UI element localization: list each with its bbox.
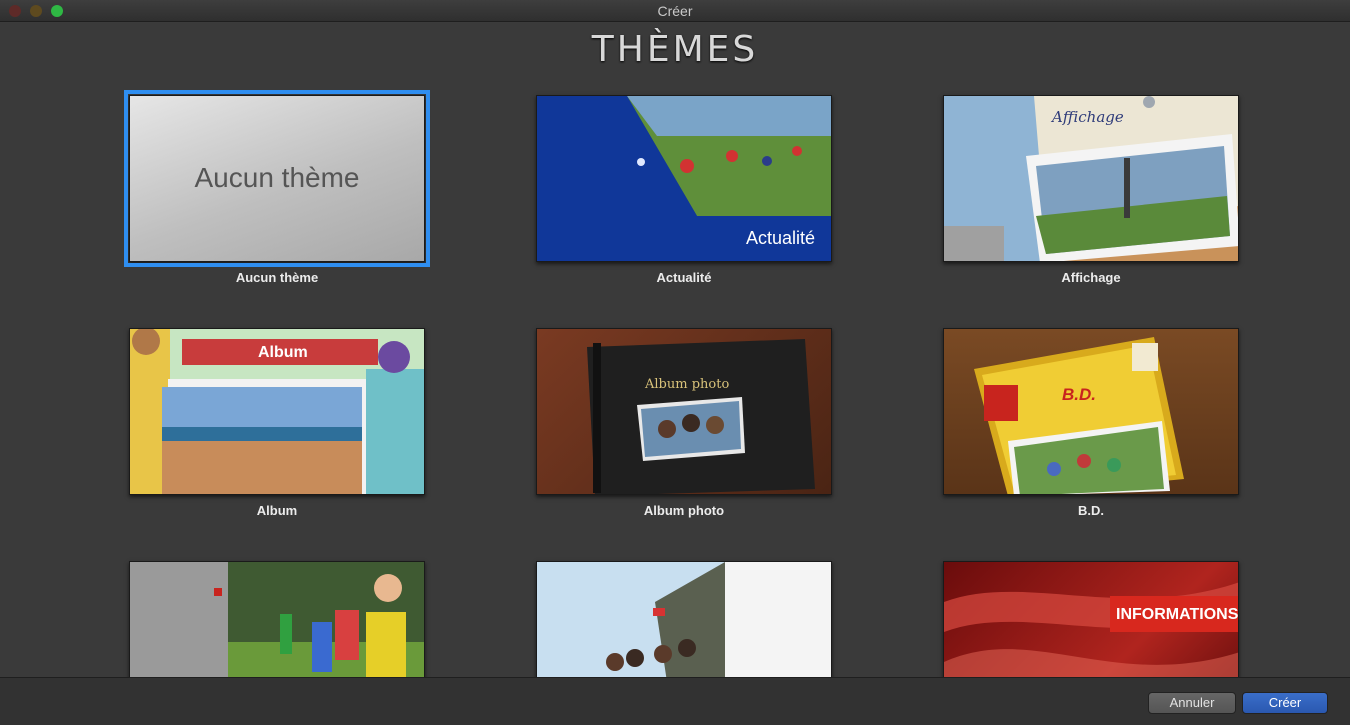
theme-informations[interactable]: INFORMATIONS xyxy=(943,561,1239,677)
thumbnail-caption: Affichage xyxy=(1052,108,1124,126)
thumbnail-caption: Actualité xyxy=(745,228,815,248)
thumbnail-caption: Album xyxy=(258,344,308,361)
theme-thumbnail[interactable]: Album xyxy=(129,328,425,495)
album-photo-artwork xyxy=(587,339,815,494)
theme-thumbnail[interactable]: Aucun thème xyxy=(124,90,430,267)
create-window: Créer THÈMES Aucun thème Aucun thème Act… xyxy=(0,0,1350,725)
thumbnail-caption: Album photo xyxy=(645,377,730,392)
theme-thumbnail[interactable]: Actualité xyxy=(536,95,832,262)
theme-thumbnail[interactable]: B.D. xyxy=(943,328,1239,495)
globe-artwork xyxy=(130,562,424,677)
theme-label: Aucun thème xyxy=(235,270,319,285)
bottom-toolbar: Annuler Créer xyxy=(0,677,1350,725)
theme-row3-left[interactable] xyxy=(129,561,425,677)
theme-album-photo[interactable]: Album photo Album photo xyxy=(536,328,832,518)
theme-bd[interactable]: B.D. B.D. xyxy=(943,328,1239,518)
theme-row3-middle[interactable] xyxy=(536,561,832,677)
themes-browser: THÈMES Aucun thème Aucun thème Actualité… xyxy=(0,23,1350,677)
theme-label: Affichage xyxy=(1061,270,1121,285)
theme-album[interactable]: Album Album xyxy=(129,328,425,518)
theme-thumbnail[interactable]: Album photo xyxy=(536,328,832,495)
bd-artwork xyxy=(974,337,1184,494)
theme-thumbnail[interactable]: Affichage xyxy=(943,95,1239,262)
theme-aucun-theme[interactable]: Aucun thème Aucun thème xyxy=(124,90,430,285)
theme-label: B.D. xyxy=(1078,503,1104,518)
theme-label: Album photo xyxy=(643,503,725,518)
cancel-button[interactable]: Annuler xyxy=(1148,692,1236,714)
window-title: Créer xyxy=(657,3,693,19)
theme-thumbnail[interactable] xyxy=(129,561,425,677)
page-title: THÈMES xyxy=(591,29,759,70)
create-button[interactable]: Créer xyxy=(1242,692,1328,714)
boat-artwork xyxy=(537,562,831,677)
title-bar: Créer xyxy=(0,0,1350,22)
theme-thumbnail[interactable]: INFORMATIONS xyxy=(943,561,1239,677)
theme-actualite[interactable]: Actualité Actualité xyxy=(536,95,832,285)
thumbnail-caption: Aucun thème xyxy=(194,162,360,193)
thumbnail-caption: INFORMATIONS xyxy=(1116,606,1239,623)
theme-affichage[interactable]: Affichage Affichage xyxy=(943,95,1239,285)
theme-label: Album xyxy=(256,503,298,518)
thumbnail-caption: B.D. xyxy=(1062,385,1096,404)
theme-label: Actualité xyxy=(656,270,712,285)
theme-thumbnail[interactable] xyxy=(536,561,832,677)
